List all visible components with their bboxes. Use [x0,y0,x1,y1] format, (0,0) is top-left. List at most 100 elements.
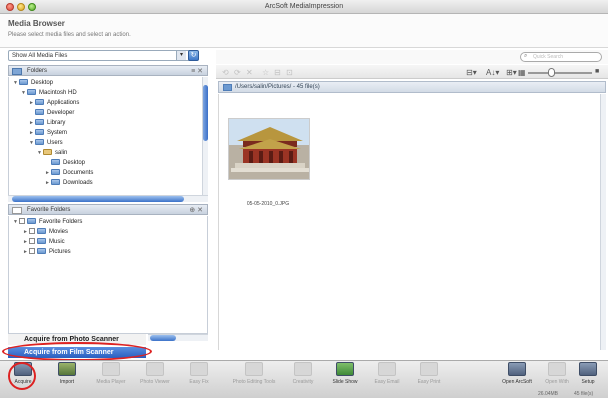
media-filter-select[interactable]: Show All Media Files [8,50,198,61]
folders-panel-title: Folders [27,68,48,74]
panel-controls-icon[interactable]: ⊕ ✕ [189,206,203,214]
setup-button[interactable]: Setup [570,362,606,385]
tree-node[interactable]: ► System [29,129,67,138]
refresh-button[interactable]: ↻ [188,50,199,61]
easy-print-button[interactable]: Easy Print [408,362,450,385]
tree-node[interactable]: ► Documents [45,169,93,178]
folder-icon [12,68,22,75]
folder-icon [51,179,60,186]
chevron-down-icon[interactable]: ▾ [176,51,186,60]
window-title: ArcSoft MediaImpression [264,3,344,10]
tree-node[interactable]: ▼ Users [29,139,63,148]
folder-icon [35,119,44,126]
photo-viewer-icon [146,362,164,376]
checkbox[interactable] [19,218,25,225]
folder-icon [27,218,36,225]
page-subtitle: Please select media files and select an … [8,32,131,38]
status-count: 45 file(s) [574,391,594,397]
tree-node[interactable]: ► Applications [29,99,79,108]
tree-node[interactable]: ► Movies [23,228,68,237]
folder-icon [35,129,44,136]
delete-icon[interactable]: ✕ [246,68,253,77]
open-arcsoft-button[interactable]: Open ArcSoft [496,362,538,385]
tree-node[interactable]: ► Pictures [23,248,71,257]
easy-fix-icon [190,362,208,376]
photo-editing-tools-button[interactable]: Photo Editing Tools [226,362,282,385]
tree-node[interactable]: Desktop [45,159,85,168]
tree-node[interactable]: ► Music [23,238,65,247]
email-icon [378,362,396,376]
slideshow-icon [336,362,354,376]
tree-node[interactable]: ► Library [29,119,65,128]
scroll-thumb[interactable] [203,85,208,141]
folder-tree-scrollbar[interactable] [202,77,208,195]
brush-icon [245,362,263,376]
printer-icon [420,362,438,376]
folders-panel-header[interactable]: Folders ≡ ✕ [8,65,208,76]
status-size: 26.04MB [538,391,559,397]
media-browser-header: Media Browser Please select media files … [0,14,608,48]
panel-controls-icon[interactable]: ≡ ✕ [191,67,203,75]
tree-node[interactable]: Developer [29,109,74,118]
folder-icon [51,159,60,166]
star-icon[interactable]: ☆ [262,68,269,77]
checkbox[interactable] [29,238,35,245]
tree-node[interactable]: ▼ Macintosh HD [21,89,77,98]
tree-node[interactable]: ▼ Favorite Folders [13,218,82,227]
view-mode-icon[interactable]: ⊟▾ [466,68,477,77]
photo-viewer-button[interactable]: Photo Viewer [134,362,176,385]
folder-icon [223,84,232,91]
import-button[interactable]: Import [46,362,88,385]
rotate-left-icon[interactable]: ⟲ [222,68,229,77]
info-icon[interactable]: ⊡ [286,68,293,77]
easy-fix-button[interactable]: Easy Fix [178,362,220,385]
folder-tree-hscrollbar[interactable] [8,195,208,202]
favorites-panel-title: Favorite Folders [27,207,71,213]
folder-icon [37,238,46,245]
scroll-thumb[interactable] [12,196,184,202]
folder-icon [35,99,44,106]
favorites-panel-header[interactable]: Favorite Folders ⊕ ✕ [8,204,208,215]
tree-node[interactable]: ► Downloads [45,179,93,188]
folder-icon [37,228,46,235]
zoom-slider-track[interactable] [528,72,592,74]
grid-icon[interactable]: ▦ [518,68,526,77]
favorites-tree: ▼ Favorite Folders ► Movies ► Music ► Pictur… [8,216,208,334]
slide-show-button[interactable]: Slide Show [324,362,366,385]
creativity-icon [294,362,312,376]
large-thumb-icon[interactable]: ■ [595,68,599,75]
checkbox[interactable] [29,248,35,255]
search-icon: ⌕ [524,53,528,59]
media-grid-scrollbar[interactable] [600,94,606,350]
easy-email-button[interactable]: Easy Email [366,362,408,385]
scroll-thumb[interactable] [150,335,176,341]
gear-icon [579,362,597,376]
media-player-icon [102,362,120,376]
folder-icon [35,109,44,116]
highlight-ellipse [2,342,152,361]
folder-icon [35,139,44,146]
zoom-slider-knob[interactable] [548,68,555,77]
favorites-hscrollbar[interactable] [148,334,208,341]
media-player-button[interactable]: Media Player [90,362,132,385]
tree-node[interactable]: ▼ salin [37,149,67,158]
path-bar: /Users/salin/Pictures/ - 45 file(s) [218,81,606,93]
open-arcsoft-icon [508,362,526,376]
rotate-right-icon[interactable]: ⟳ [234,68,241,77]
filter-icon[interactable]: ⊞▾ [506,68,517,77]
folder-icon [51,169,60,176]
import-icon [58,362,76,376]
checkbox[interactable] [29,228,35,235]
highlight-circle [8,362,36,390]
photo-thumbnail[interactable] [228,118,310,180]
folder-tree: ▼ Desktop ▼ Macintosh HD ► Applications Dev… [8,77,208,195]
tree-node[interactable]: ▼ Desktop [13,79,53,88]
checkbox-icon[interactable] [12,207,22,214]
creativity-button[interactable]: Creativity [282,362,324,385]
quick-search-input[interactable]: Quick Search [520,52,602,62]
home-icon [43,149,52,156]
tag-icon[interactable]: ⊟ [274,68,281,77]
hard-drive-icon [27,89,36,96]
sort-icon[interactable]: A↓▾ [486,68,499,77]
open-with-icon [548,362,566,376]
